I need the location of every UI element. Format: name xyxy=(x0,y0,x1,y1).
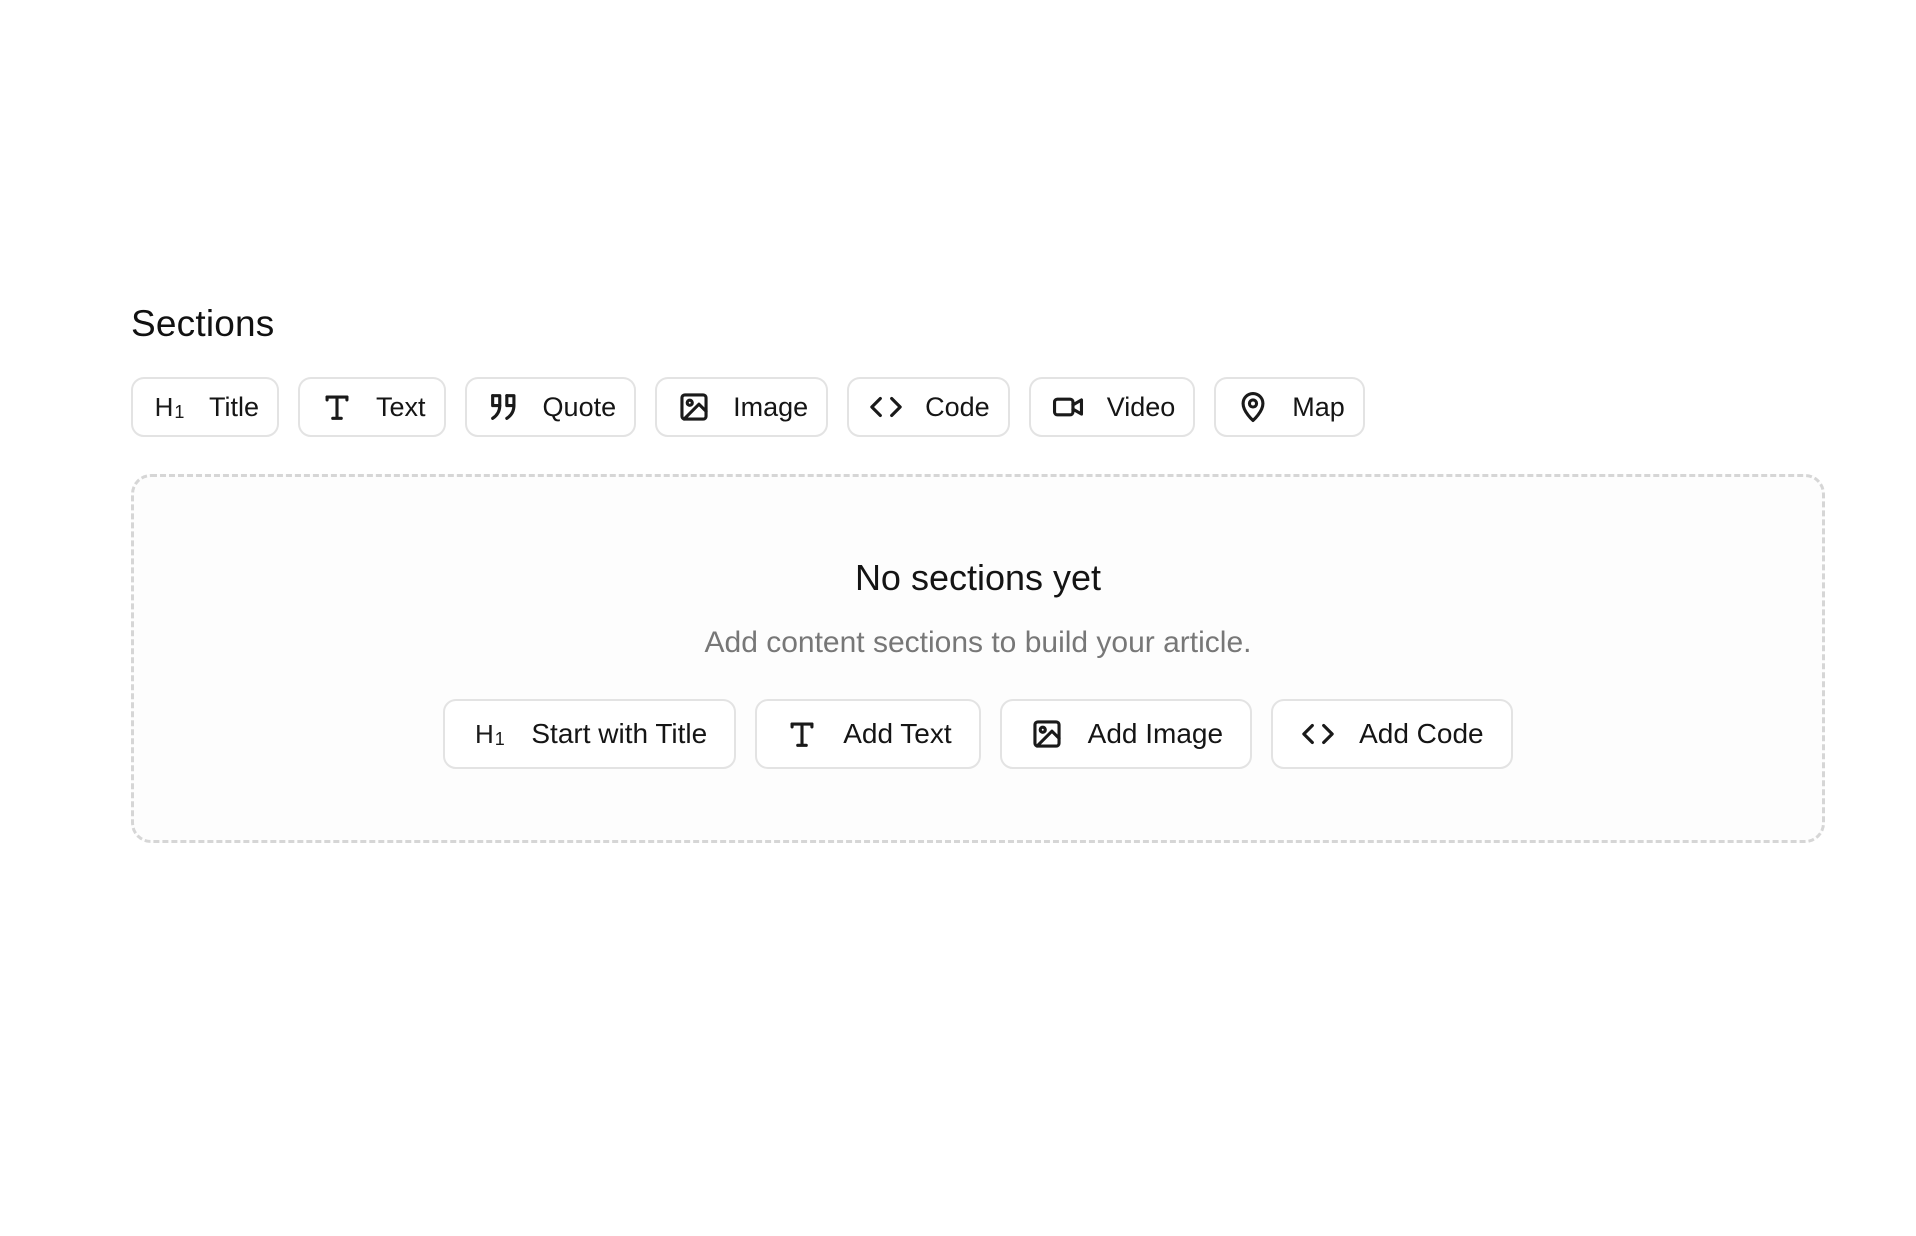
add-image-label: Image xyxy=(733,391,809,422)
add-title-label: Title xyxy=(209,391,260,422)
image-icon xyxy=(677,390,711,424)
add-code-label: Code xyxy=(925,391,990,422)
sections-heading: Sections xyxy=(131,303,275,344)
start-with-title-label: Start with Title xyxy=(531,718,708,749)
heading-1-icon: H1 xyxy=(154,391,186,422)
empty-state-title: No sections yet xyxy=(854,557,1102,598)
image-icon xyxy=(1030,717,1064,751)
type-icon xyxy=(785,717,819,751)
empty-add-image-button[interactable]: Add Image xyxy=(999,699,1253,769)
empty-sections-dropzone: No sections yet Add content sections to … xyxy=(131,474,1825,843)
empty-add-code-label: Add Code xyxy=(1359,718,1484,749)
add-image-button[interactable]: Image xyxy=(655,377,829,437)
type-icon xyxy=(320,390,354,424)
add-map-label: Map xyxy=(1292,391,1345,422)
empty-state-subtitle: Add content sections to build your artic… xyxy=(704,626,1252,659)
heading-1-icon: H1 xyxy=(474,718,506,749)
empty-add-text-label: Add Text xyxy=(843,718,952,749)
empty-add-code-button[interactable]: Add Code xyxy=(1271,699,1513,769)
add-text-button[interactable]: Text xyxy=(298,377,446,437)
add-text-label: Text xyxy=(376,391,426,422)
add-title-button[interactable]: H1 Title xyxy=(131,377,280,437)
add-quote-button[interactable]: Quote xyxy=(464,377,637,437)
add-quote-label: Quote xyxy=(542,391,617,422)
empty-add-text-button[interactable]: Add Text xyxy=(755,699,981,769)
add-video-label: Video xyxy=(1106,391,1176,422)
start-with-title-button[interactable]: H1 Start with Title xyxy=(443,699,737,769)
empty-state-actions: H1 Start with Title Add Text Add Image A… xyxy=(134,699,1822,769)
code-icon xyxy=(869,390,903,424)
map-pin-icon xyxy=(1236,390,1270,424)
quote-icon xyxy=(487,390,521,424)
add-code-button[interactable]: Code xyxy=(847,377,1010,437)
section-type-toolbar: H1 Title Text Quote Image Code Video Map xyxy=(131,377,1365,437)
code-icon xyxy=(1301,717,1335,751)
page: Sections H1 Title Text Quote Image Code … xyxy=(0,0,1916,1236)
add-video-button[interactable]: Video xyxy=(1028,377,1196,437)
video-icon xyxy=(1051,390,1085,424)
add-map-button[interactable]: Map xyxy=(1214,377,1365,437)
empty-add-image-label: Add Image xyxy=(1087,718,1224,749)
